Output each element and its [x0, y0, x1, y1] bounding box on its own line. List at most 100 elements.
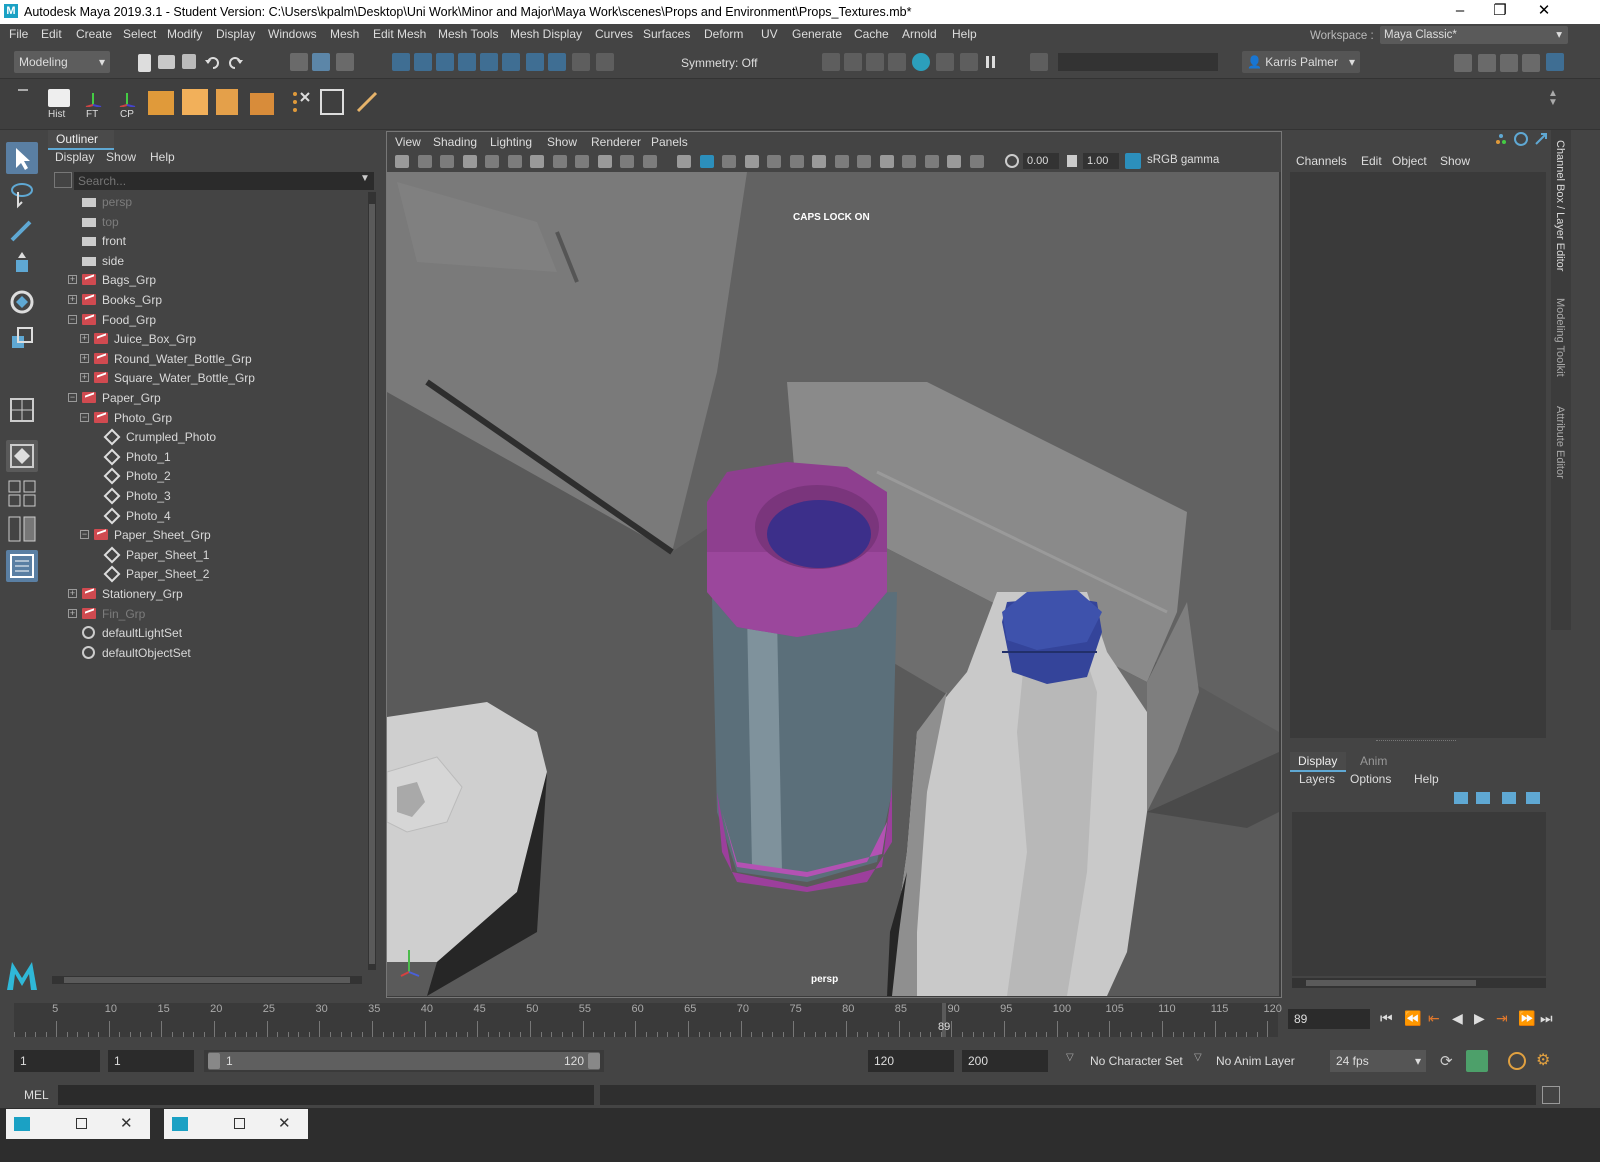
- playback-start-field[interactable]: 1: [108, 1050, 194, 1072]
- backface-culling-icon[interactable]: [969, 155, 984, 168]
- script-editor-icon[interactable]: [1542, 1086, 1560, 1104]
- expand-icon[interactable]: +: [68, 295, 77, 304]
- range-start-handle[interactable]: [208, 1053, 220, 1069]
- anim-layer-dropdown[interactable]: No Anim Layer: [1210, 1050, 1310, 1072]
- bookmarks-icon[interactable]: [440, 155, 454, 168]
- select-tool-icon[interactable]: [6, 142, 38, 174]
- range-end-handle[interactable]: [588, 1053, 600, 1069]
- outliner-item[interactable]: + Juice_Box_Grp: [48, 329, 366, 349]
- default-material-icon[interactable]: [722, 155, 736, 168]
- snap-point-icon[interactable]: [436, 53, 454, 71]
- anti-alias-icon[interactable]: [879, 155, 894, 168]
- quick-input-field[interactable]: [1058, 53, 1218, 71]
- exposure-icon[interactable]: [1005, 154, 1019, 168]
- select-hierarchy-icon[interactable]: [290, 53, 308, 71]
- menu-file[interactable]: File: [9, 27, 28, 41]
- pause-icon[interactable]: [982, 53, 1000, 71]
- layer-tab-anim[interactable]: Anim: [1360, 754, 1387, 768]
- history-shelf-button[interactable]: Hist: [44, 87, 74, 123]
- brush-icon[interactable]: [354, 89, 380, 115]
- field-chart-icon[interactable]: [620, 155, 634, 168]
- outliner-item[interactable]: − Paper_Grp: [48, 388, 366, 408]
- single-pane-layout-icon[interactable]: [6, 394, 38, 426]
- snap-view-plane-icon[interactable]: [480, 53, 498, 71]
- image-plane-icon[interactable]: [462, 155, 477, 168]
- new-layer-icon[interactable]: [1502, 792, 1516, 804]
- xray-active-icon[interactable]: [947, 155, 961, 168]
- expand-icon[interactable]: +: [68, 275, 77, 285]
- menu-modify[interactable]: Modify: [167, 27, 202, 41]
- auto-key-icon[interactable]: [1466, 1050, 1488, 1072]
- split-layout-icon[interactable]: [6, 514, 38, 544]
- collapse-icon[interactable]: −: [80, 530, 89, 540]
- move-tool-icon[interactable]: [6, 250, 38, 282]
- fps-dropdown[interactable]: 24 fps ▾: [1330, 1050, 1426, 1072]
- time-ruler[interactable]: 5 10 15 20 25 30 35 40 45 50 55 60 65 70 75 80 85 90 95 100…: [14, 1003, 1282, 1037]
- outliner-item[interactable]: + Fin_Grp: [48, 604, 366, 624]
- vp-menu-show[interactable]: Show: [547, 135, 577, 149]
- menu-mesh-tools[interactable]: Mesh Tools: [438, 27, 498, 41]
- delete-history-icon[interactable]: [290, 89, 312, 115]
- outliner-item[interactable]: top: [48, 212, 366, 232]
- menu-help[interactable]: Help: [952, 27, 977, 41]
- extrude-icon[interactable]: [216, 89, 238, 115]
- menu-display[interactable]: Display: [216, 27, 255, 41]
- step-forward-key-icon[interactable]: ⇥: [1496, 1010, 1508, 1027]
- outliner-scrollbar[interactable]: [368, 192, 376, 970]
- magnet-icon[interactable]: [596, 53, 614, 71]
- outliner-item[interactable]: Photo_2: [48, 466, 366, 486]
- outliner-tab[interactable]: Outliner: [48, 130, 114, 150]
- color-management-icon[interactable]: [1125, 153, 1141, 169]
- lock-icon[interactable]: [572, 53, 590, 71]
- menu-select[interactable]: Select: [123, 27, 156, 41]
- step-back-key-icon[interactable]: ⇤: [1428, 1010, 1440, 1027]
- outliner-item[interactable]: − Paper_Sheet_Grp: [48, 525, 366, 545]
- command-language-label[interactable]: MEL: [24, 1088, 49, 1102]
- workspace-select[interactable]: Maya Classic* ▾: [1380, 26, 1568, 44]
- outliner-item[interactable]: defaultObjectSet: [48, 643, 366, 663]
- motion-blur-icon[interactable]: [857, 155, 871, 168]
- channels-menu-edit[interactable]: Edit: [1361, 154, 1382, 168]
- vp-menu-lighting[interactable]: Lighting: [490, 135, 532, 149]
- outliner-menu-help[interactable]: Help: [150, 150, 175, 164]
- outliner-item[interactable]: Paper_Sheet_1: [48, 545, 366, 565]
- detach-icon[interactable]: [1534, 132, 1548, 146]
- camera-attributes-icon[interactable]: [417, 155, 432, 168]
- close-button[interactable]: ✕: [1524, 0, 1564, 24]
- tool-settings-icon[interactable]: [1500, 54, 1518, 72]
- playback-end-field[interactable]: 120: [868, 1050, 954, 1072]
- safe-action-icon[interactable]: [642, 155, 657, 168]
- render-settings-icon[interactable]: [888, 53, 906, 71]
- new-layer-selected-icon[interactable]: [1526, 792, 1540, 804]
- animation-start-field[interactable]: 1: [14, 1050, 100, 1072]
- outliner-item[interactable]: + Round_Water_Bottle_Grp: [48, 349, 366, 369]
- splitter-handle[interactable]: [1376, 740, 1456, 743]
- history-icon[interactable]: [526, 53, 544, 71]
- gamma-field[interactable]: 1.00: [1083, 153, 1119, 169]
- preferences-icon[interactable]: ⚙: [1536, 1050, 1558, 1072]
- resolution-gate-icon[interactable]: [575, 155, 589, 168]
- step-back-icon[interactable]: ⏪: [1404, 1010, 1421, 1027]
- command-input[interactable]: [58, 1085, 594, 1105]
- outliner-item[interactable]: Crumpled_Photo: [48, 427, 366, 447]
- play-backward-icon[interactable]: ◀: [1452, 1010, 1463, 1027]
- channels-menu-object[interactable]: Object: [1392, 154, 1427, 168]
- snap-projected-icon[interactable]: [458, 53, 476, 71]
- vp-menu-shading[interactable]: Shading: [433, 135, 477, 149]
- layer-menu-layers[interactable]: Layers: [1299, 772, 1335, 786]
- outliner-item[interactable]: side: [48, 251, 366, 271]
- arnold-ipr-icon[interactable]: [960, 53, 978, 71]
- quad-layout-icon[interactable]: [6, 478, 38, 508]
- move-layer-up-icon[interactable]: [1454, 792, 1468, 804]
- viewport-panel[interactable]: View Shading Lighting Show Renderer Pane…: [386, 131, 1282, 998]
- open-scene-icon[interactable]: [158, 55, 175, 69]
- arnold-render-icon[interactable]: [936, 53, 954, 71]
- outliner-layout-icon[interactable]: [6, 550, 38, 582]
- vp-menu-view[interactable]: View: [395, 135, 421, 149]
- layer-tab-display[interactable]: Display: [1290, 752, 1346, 772]
- grid-toggle-icon[interactable]: [530, 155, 544, 168]
- vp-menu-renderer[interactable]: Renderer: [591, 135, 641, 149]
- collapse-icon[interactable]: −: [68, 393, 77, 402]
- symmetry-dropdown[interactable]: Symmetry: Off: [676, 52, 772, 74]
- outliner-item[interactable]: + Stationery_Grp: [48, 584, 366, 604]
